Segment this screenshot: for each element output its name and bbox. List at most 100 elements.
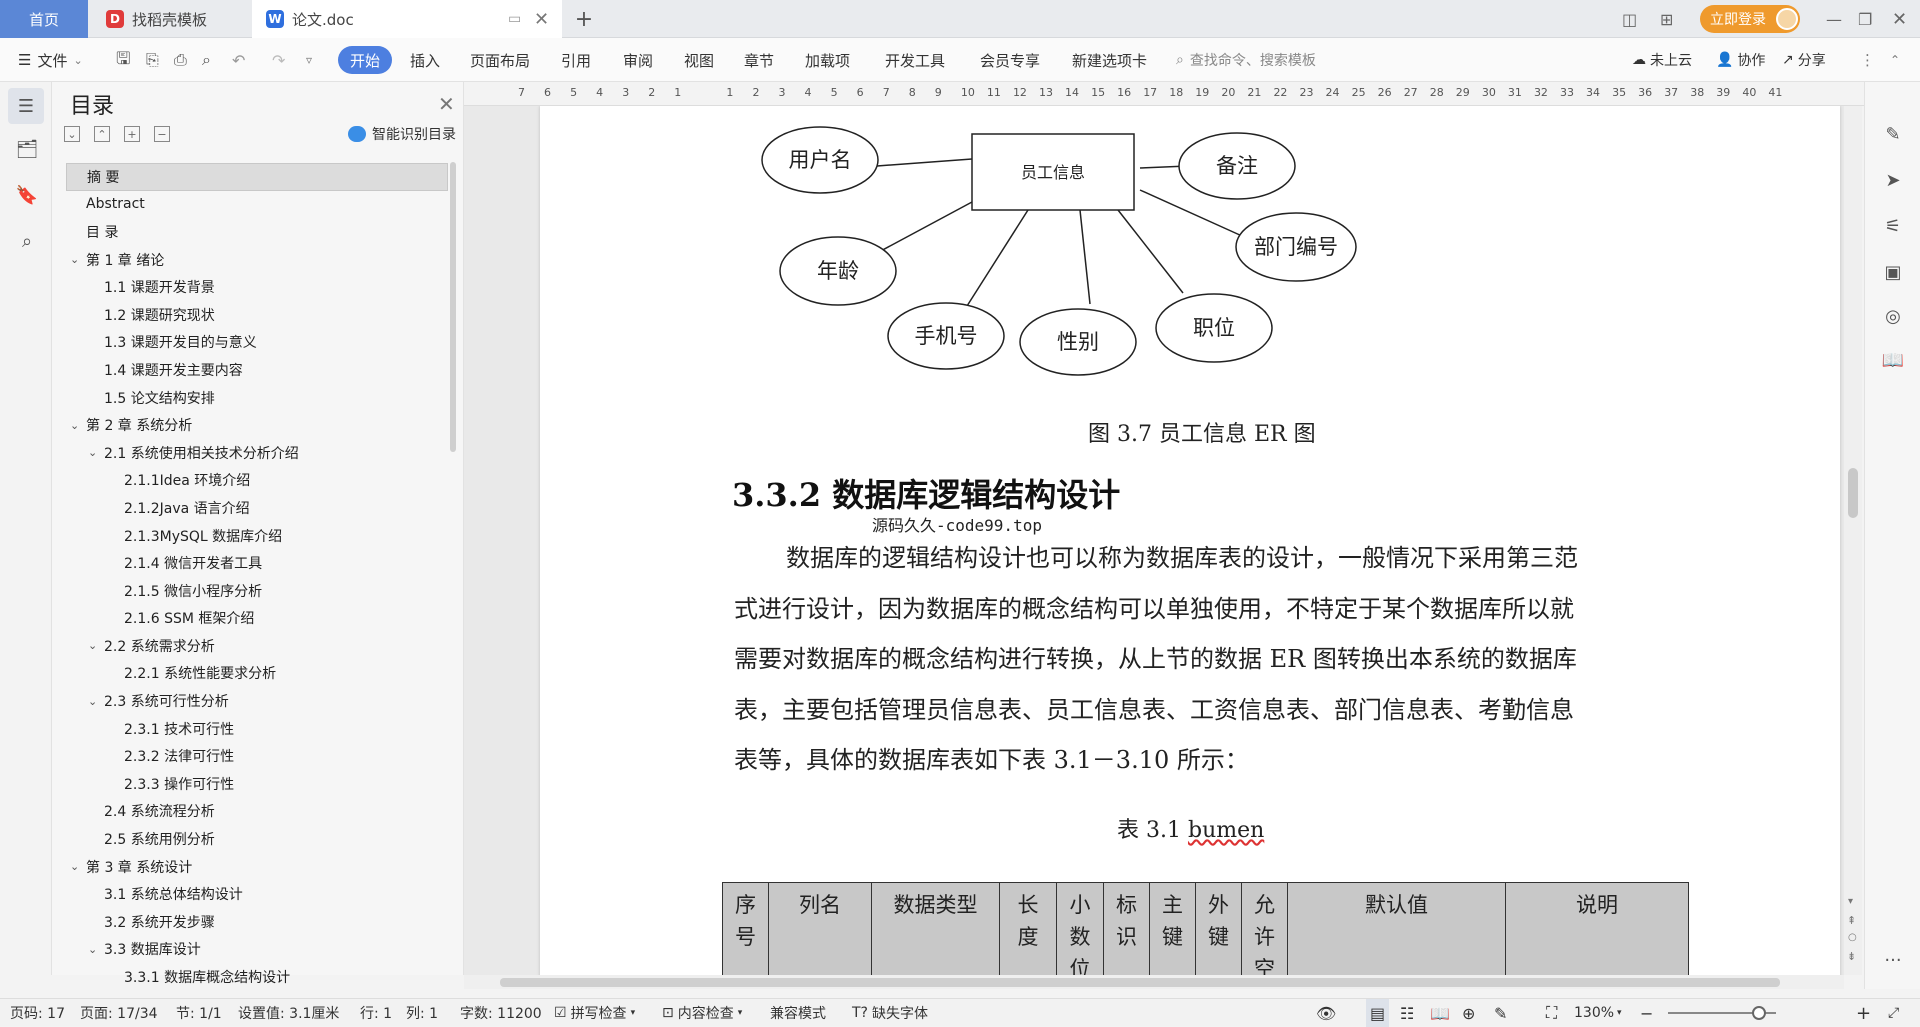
toc-item[interactable]: ⌄ 第 3 章 系统设计 — [66, 853, 448, 881]
tab-template[interactable]: D 找稻壳模板 — [90, 0, 250, 38]
toc-item[interactable]: 2.3.2 法律可行性 — [66, 742, 448, 770]
reading-mode-icon[interactable]: 📖 — [1881, 348, 1905, 372]
layout-icon[interactable]: ◫ — [1622, 0, 1637, 38]
toc-item[interactable]: 2.3.1 技术可行性 — [66, 715, 448, 743]
read-view-icon[interactable]: 📖 — [1430, 999, 1450, 1027]
chapter-nav-icon[interactable]: 🗂 — [14, 136, 40, 162]
toc-item[interactable]: 2.1.1Idea 环境介绍 — [66, 467, 448, 495]
status-word-count[interactable]: 字数: 11200 — [460, 999, 542, 1027]
toc-item[interactable]: 2.1.2Java 语言介绍 — [66, 494, 448, 522]
chevron-down-icon[interactable]: ⌄ — [88, 639, 97, 652]
toc-item[interactable]: 3.1 系统总体结构设计 — [66, 880, 448, 908]
fit-page-icon[interactable]: ⛶ — [1546, 999, 1557, 1027]
more-commands-icon[interactable]: ▿ — [306, 38, 312, 82]
zoom-out-icon[interactable]: − — [1640, 999, 1653, 1027]
select-browse-icon[interactable]: ○ — [1848, 932, 1857, 943]
tab-view[interactable]: 视图 — [684, 38, 714, 82]
more-icon[interactable]: ⋮ — [1860, 38, 1875, 82]
toc-item[interactable]: 2.3.3 操作可行性 — [66, 770, 448, 798]
redo-icon[interactable]: ↷ — [272, 38, 285, 82]
command-search[interactable]: ⌕ 查找命令、搜索模板 — [1176, 38, 1316, 82]
cloud-status[interactable]: ☁ 未上云 — [1632, 38, 1692, 82]
print-preview-icon[interactable]: ⌕ — [202, 38, 211, 82]
toc-item[interactable]: ⌄ 第 2 章 系统分析 — [66, 411, 448, 439]
spell-check-toggle[interactable]: ☑ 拼写检查 ▾ — [554, 999, 635, 1027]
chevron-down-icon[interactable]: ⌄ — [70, 253, 79, 266]
minimize-icon[interactable]: — — [1826, 0, 1842, 38]
share-button[interactable]: ↗ 分享 — [1782, 38, 1826, 82]
more-options-icon[interactable]: ··· — [1881, 948, 1905, 972]
toc-item[interactable]: ⌄ 第 1 章 绪论 — [66, 246, 448, 274]
toc-item[interactable]: 2.1.4 微信开发者工具 — [66, 549, 448, 577]
zoom-level[interactable]: 130% ▾ — [1574, 999, 1622, 1027]
toc-item[interactable]: 1.5 论文结构安排 — [66, 384, 448, 412]
tab-developer[interactable]: 开发工具 — [885, 38, 945, 82]
find-icon[interactable]: ⌕ — [14, 228, 40, 254]
toc-item[interactable]: 2.1.6 SSM 框架介绍 — [66, 605, 448, 633]
save-icon[interactable]: 🖫 — [116, 38, 130, 82]
chevron-down-icon[interactable]: ⌄ — [88, 446, 97, 459]
undo-icon[interactable]: ↶ — [232, 38, 245, 82]
next-page-icon[interactable]: ⇟ — [1847, 950, 1856, 963]
select-cursor-icon[interactable]: ➤ — [1881, 168, 1905, 192]
tab-new-tab[interactable]: 新建选项卡 — [1072, 38, 1147, 82]
tab-page-layout[interactable]: 页面布局 — [470, 38, 530, 82]
toc-item[interactable]: Abstract — [66, 191, 448, 219]
horizontal-scroll-thumb[interactable] — [500, 978, 1780, 987]
outline-view-icon[interactable]: ☷ — [1400, 999, 1414, 1027]
zoom-in-icon[interactable]: + — [1856, 999, 1871, 1027]
toc-item[interactable]: 1.4 课题开发主要内容 — [66, 356, 448, 384]
status-pages[interactable]: 页面: 17/34 — [80, 999, 158, 1027]
vertical-scroll-thumb[interactable] — [1848, 468, 1858, 518]
chevron-down-icon[interactable]: ⌄ — [88, 695, 97, 708]
tab-home[interactable]: 首页 — [0, 0, 88, 38]
toc-item[interactable]: 2.1.3MySQL 数据库介绍 — [66, 522, 448, 550]
collaborate-button[interactable]: 👤 协作 — [1716, 38, 1765, 82]
tab-addins[interactable]: 加载项 — [805, 38, 850, 82]
toc-item[interactable]: 3.3.1 数据库概念结构设计 — [66, 963, 448, 991]
fullscreen-icon[interactable]: ⤢ — [1888, 999, 1899, 1027]
content-check-toggle[interactable]: ⊡ 内容检查 ▾ — [662, 999, 742, 1027]
toc-item[interactable]: 1.1 课题开发背景 — [66, 273, 448, 301]
collapse-ribbon-icon[interactable]: ⌃ — [1890, 38, 1900, 82]
tab-chapter[interactable]: 章节 — [744, 38, 774, 82]
toc-item[interactable]: 1.3 课题开发目的与意义 — [66, 329, 448, 357]
remove-heading-icon[interactable]: − — [154, 126, 170, 142]
toc-scrollbar[interactable] — [450, 162, 456, 452]
page-view-icon[interactable]: ▤ — [1366, 999, 1390, 1027]
toc-item[interactable]: 2.1.5 微信小程序分析 — [66, 577, 448, 605]
image-edit-icon[interactable]: ▣ — [1881, 260, 1905, 284]
new-tab-button[interactable]: + — [566, 0, 602, 38]
write-mode-icon[interactable]: ✎ — [1494, 999, 1507, 1027]
prev-page-icon[interactable]: ⇞ — [1847, 914, 1856, 927]
status-setting[interactable]: 设置值: 3.1厘米 — [238, 999, 339, 1027]
close-icon[interactable]: ✕ — [438, 92, 455, 116]
toc-item[interactable]: ⌄ 2.1 系统使用相关技术分析介绍 — [66, 439, 448, 467]
login-button[interactable]: 立即登录 — [1700, 5, 1800, 33]
document-page[interactable]: 员工信息 用户名 年龄 手机号 性别 职位 部门编号 备注 图 3.7 员工信息… — [540, 106, 1840, 975]
chevron-down-icon[interactable]: ⌄ — [70, 860, 79, 873]
web-view-icon[interactable]: ⊕ — [1462, 999, 1475, 1027]
pen-icon[interactable]: ✎ — [1881, 122, 1905, 146]
close-tab-icon[interactable]: ✕ — [534, 9, 549, 30]
zoom-slider-knob[interactable] — [1752, 1006, 1766, 1020]
chevron-down-icon[interactable]: ⌄ — [88, 943, 97, 956]
toc-item[interactable]: ⌄ 2.2 系统需求分析 — [66, 632, 448, 660]
expand-all-icon[interactable]: ⌄ — [64, 126, 80, 142]
print-icon[interactable]: ⎙ — [174, 38, 187, 82]
adjust-icon[interactable]: ⚟ — [1881, 214, 1905, 238]
status-col[interactable]: 列: 1 — [406, 999, 438, 1027]
status-page[interactable]: 页码: 17 — [10, 999, 65, 1027]
status-section[interactable]: 节: 1/1 — [176, 999, 222, 1027]
toc-item[interactable]: ⌄ 2.3 系统可行性分析 — [66, 687, 448, 715]
scroll-down-icon[interactable]: ▾ — [1848, 896, 1853, 907]
export-pdf-icon[interactable]: ⎘ — [146, 38, 159, 82]
float-window-icon[interactable]: ▭ — [508, 11, 521, 27]
toc-item[interactable]: 摘 要 — [66, 163, 448, 191]
tab-start[interactable]: 开始 — [338, 46, 393, 74]
toc-item[interactable]: ⌄ 3.3 数据库设计 — [66, 936, 448, 964]
location-icon[interactable]: ◎ — [1881, 304, 1905, 328]
chevron-down-icon[interactable]: ⌄ — [70, 419, 79, 432]
toc-item[interactable]: 2.5 系统用例分析 — [66, 825, 448, 853]
status-row[interactable]: 行: 1 — [360, 999, 392, 1027]
